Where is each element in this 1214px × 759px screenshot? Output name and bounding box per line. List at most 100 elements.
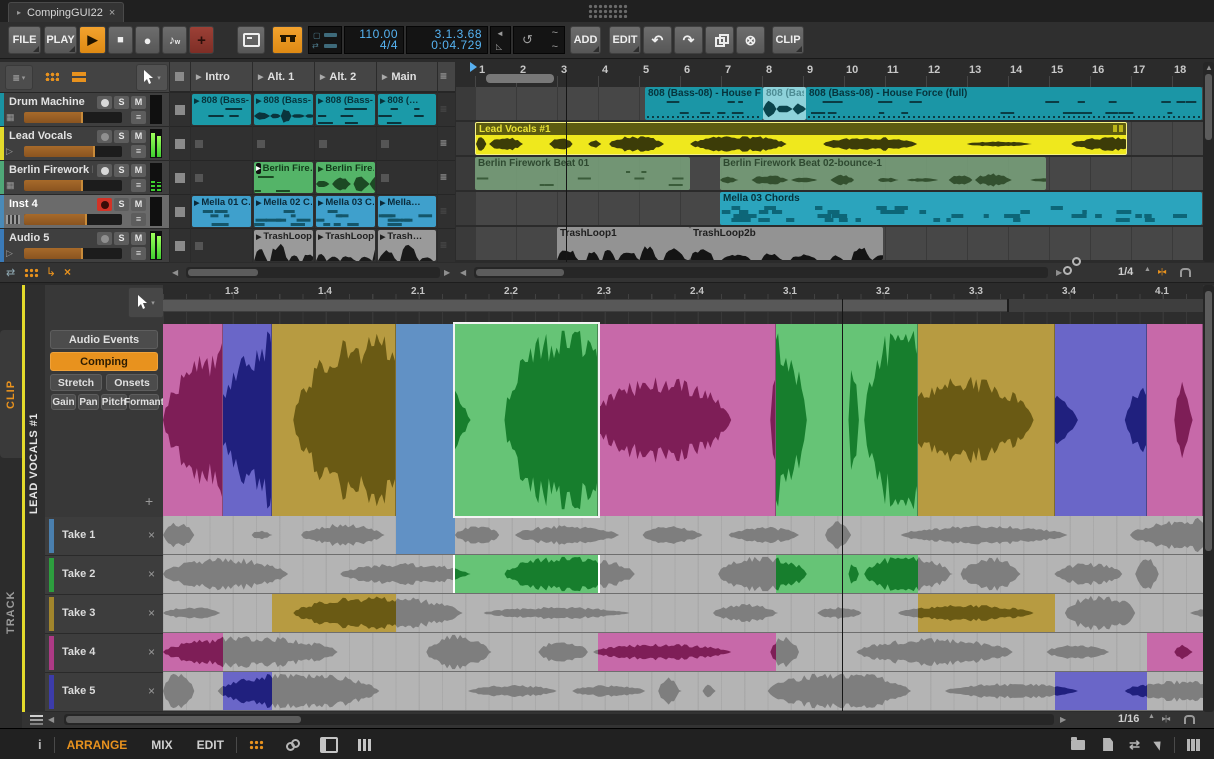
record-arm-button[interactable] xyxy=(97,164,112,177)
take-comp-region[interactable] xyxy=(396,516,455,554)
solo-button[interactable]: S xyxy=(114,130,129,143)
overdub-button[interactable]: ♪w xyxy=(162,26,187,54)
take-remove-button[interactable]: × xyxy=(148,567,155,581)
swap-icon[interactable]: ⇄ xyxy=(6,266,15,279)
launcher-empty-cell[interactable] xyxy=(253,127,314,160)
take-lane-1[interactable] xyxy=(163,516,1203,555)
launcher-clip[interactable]: ▶808 (Bass-… xyxy=(253,93,314,126)
arranger-row-berlin[interactable]: Berlin Firework Beat 01 Berlin Firework … xyxy=(456,157,1203,192)
mute-button[interactable]: M xyxy=(131,96,146,109)
time-value[interactable]: 0:04.729 xyxy=(431,39,482,52)
arranger-playhead[interactable] xyxy=(566,72,567,262)
take-row-5[interactable]: Take 5 × xyxy=(45,673,163,712)
comp-section[interactable] xyxy=(918,324,1055,516)
record-arm-button[interactable] xyxy=(97,232,112,245)
device-panel-toggle-icon[interactable] xyxy=(1187,739,1200,751)
comp-section[interactable] xyxy=(1055,324,1147,516)
timeline-scroll-left-icon[interactable]: ◀ xyxy=(460,267,466,279)
layout-grid-icon[interactable] xyxy=(24,268,39,278)
scene-header[interactable]: ▶Main xyxy=(377,62,437,91)
stop-cell[interactable] xyxy=(170,127,190,160)
track-row-inst-4[interactable]: Inst 4 S M ≡ xyxy=(0,195,169,229)
scene-menu-cell[interactable]: ≡ xyxy=(438,229,455,262)
play-button[interactable]: ▶ xyxy=(79,26,106,54)
comp-section[interactable] xyxy=(455,324,598,516)
edit-button[interactable]: EDIT xyxy=(609,26,641,54)
mute-button[interactable]: M xyxy=(131,164,146,177)
scene-menu-cell[interactable]: ≡ xyxy=(438,161,455,194)
take-comp-region[interactable] xyxy=(918,594,1055,632)
launcher-scroll-right-icon[interactable]: ▶ xyxy=(444,267,450,279)
take-comp-region[interactable] xyxy=(272,594,396,632)
comp-section[interactable] xyxy=(223,324,272,516)
clip-berlin-1[interactable]: Berlin Firework Beat 01 xyxy=(475,157,690,190)
editor-zoom-range[interactable] xyxy=(163,299,1203,313)
record-arm-button[interactable] xyxy=(97,130,112,143)
launcher-clip[interactable]: ▶Mella… xyxy=(377,195,437,228)
timeline-ruler[interactable]: 1 2 3 4 5 6 7 8 9 10 11 12 13 14 15 16 1… xyxy=(456,62,1203,88)
take-lane-4[interactable] xyxy=(163,633,1203,672)
snap-caret-icon[interactable]: ▲ xyxy=(1144,266,1151,273)
punch-add-button[interactable]: + xyxy=(189,26,214,54)
close-x-icon[interactable]: × xyxy=(64,265,71,279)
edit-view-button[interactable]: EDIT xyxy=(197,738,224,752)
tab-clip[interactable]: CLIP xyxy=(0,330,22,458)
info-button[interactable]: i xyxy=(38,737,42,752)
editor-scroll-left-icon[interactable]: ◀ xyxy=(48,714,54,726)
arranger-row-audio[interactable]: TrashLoop1 TrashLoop2b xyxy=(456,227,1203,262)
track-row-audio-5[interactable]: Audio 5 S M ▷ ≡ xyxy=(0,229,169,263)
inspector-toggle-icon[interactable] xyxy=(1103,738,1113,751)
file-menu-button[interactable]: FILE xyxy=(8,26,41,54)
track-list-menu-button[interactable]: ≡ ▾ xyxy=(5,65,33,90)
timeline-hscrollbar[interactable] xyxy=(474,267,1048,278)
take-name[interactable]: Take 3 xyxy=(62,607,95,619)
lanes-view-icon[interactable] xyxy=(72,72,86,82)
stop-button[interactable]: ■ xyxy=(108,26,133,54)
stretch-button[interactable]: Stretch xyxy=(50,374,102,391)
mixer-strips-toggle-icon[interactable] xyxy=(358,739,371,751)
track-menu-button[interactable]: ≡ xyxy=(131,213,146,226)
launcher-empty-cell[interactable] xyxy=(191,127,252,160)
scene-header[interactable]: ▶Alt. 1 xyxy=(253,62,314,91)
mute-button[interactable]: M xyxy=(131,198,146,211)
volume-fader[interactable] xyxy=(24,214,122,225)
volume-fader[interactable] xyxy=(24,248,122,259)
launcher-clip[interactable]: ▶Trash… xyxy=(377,229,437,262)
volume-fader[interactable] xyxy=(24,146,122,157)
editor-playhead[interactable] xyxy=(842,299,843,711)
record-arm-button[interactable] xyxy=(97,96,112,109)
solo-button[interactable]: S xyxy=(114,164,129,177)
clip-808-full[interactable]: 808 (Bass-08) - House Force (full) xyxy=(806,87,1202,120)
magnet-icon[interactable] xyxy=(1184,715,1195,724)
project-tab-close-icon[interactable]: × xyxy=(109,7,115,19)
solo-button[interactable]: S xyxy=(114,198,129,211)
launcher-clip[interactable]: ▶TrashLoop1 xyxy=(253,229,314,262)
track-name[interactable]: Inst 4 xyxy=(9,198,38,210)
arranger-vscrollbar[interactable]: ▲ xyxy=(1203,62,1214,262)
playhead-marker-icon[interactable] xyxy=(470,62,477,72)
clip-808-a[interactable]: 808 (Bass-08) - House Force ( xyxy=(645,87,763,120)
editor-vscroll-thumb[interactable] xyxy=(1205,291,1212,551)
gain-button[interactable]: Gain xyxy=(51,394,76,410)
track-name[interactable]: Audio 5 xyxy=(9,232,49,244)
take-lane-5[interactable] xyxy=(163,672,1203,711)
arrange-view-button[interactable]: ARRANGE xyxy=(67,738,128,752)
hand-tool-icon[interactable] xyxy=(1153,738,1164,750)
volume-fader[interactable] xyxy=(24,180,122,191)
position-display[interactable]: 3.1.3.68 0:04.729 xyxy=(406,26,488,54)
take-comp-region[interactable] xyxy=(455,555,598,593)
track-row-lead-vocals[interactable]: Lead Vocals S M ▷ ≡ xyxy=(0,127,169,161)
take-row-4[interactable]: Take 4 × xyxy=(45,634,163,673)
transport-mini-icons[interactable]: ▢ ⇄ xyxy=(308,26,342,54)
take-name[interactable]: Take 4 xyxy=(62,646,95,658)
timeline-hscroll-thumb[interactable] xyxy=(476,269,564,276)
launcher-scroll-left-icon[interactable]: ◀ xyxy=(172,267,178,279)
track-name[interactable]: Lead Vocals xyxy=(9,130,72,142)
stop-cell[interactable] xyxy=(170,161,190,194)
launcher-clip[interactable]: ▶Mella 03 C… xyxy=(315,195,376,228)
snap-caret-icon[interactable]: ▲ xyxy=(1148,713,1155,720)
comp-lane[interactable] xyxy=(163,312,1203,516)
editor-hscroll-thumb[interactable] xyxy=(66,716,301,723)
editor-tool-button[interactable]: ▾ xyxy=(128,287,164,318)
undo-button[interactable]: ↶ xyxy=(643,26,672,54)
